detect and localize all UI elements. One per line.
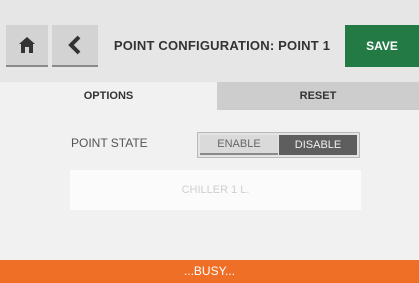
point-name-field[interactable]: CHILLER 1 L. [70,170,361,210]
disable-option[interactable]: DISABLE [279,135,357,155]
point-state-toggle: ENABLE DISABLE [197,132,360,158]
page-title: POINT CONFIGURATION: POINT 1 [113,38,331,53]
header-bar: POINT CONFIGURATION: POINT 1 SAVE [0,0,419,82]
point-state-label: POINT STATE [71,136,148,150]
tab-options[interactable]: OPTIONS [0,82,217,110]
save-button[interactable]: SAVE [345,25,419,67]
status-bar: ...BUSY... [0,260,419,283]
back-button[interactable] [52,25,98,67]
home-icon [19,37,35,53]
chevron-left-icon [68,35,81,55]
enable-option[interactable]: ENABLE [200,135,278,155]
tab-reset[interactable]: RESET [217,82,419,110]
tab-bar: OPTIONS RESET [0,82,419,110]
home-button[interactable] [6,25,48,67]
